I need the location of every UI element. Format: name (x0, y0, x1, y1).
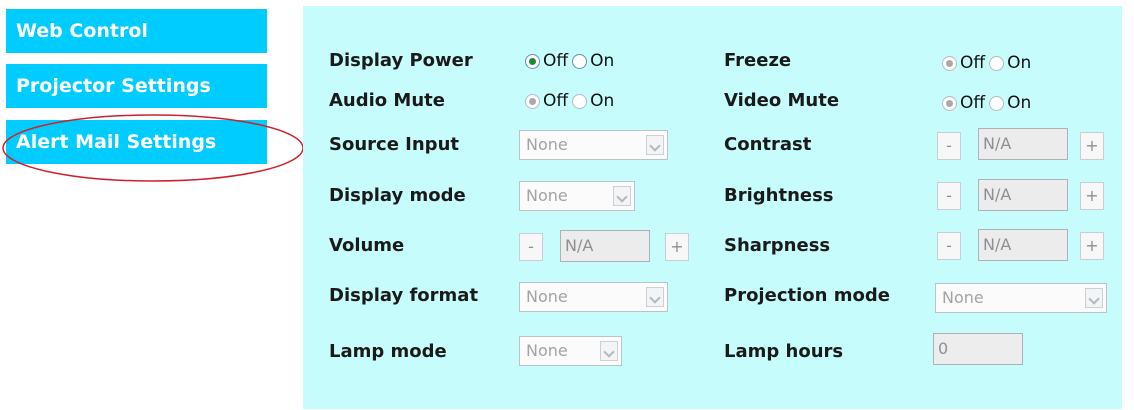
display-format-label: Display format (329, 285, 479, 306)
lamp-hours-label: Lamp hours (724, 341, 844, 362)
chevron-down-icon (600, 341, 618, 361)
chevron-down-icon (1085, 288, 1103, 308)
audio-mute-on-radio[interactable] (572, 93, 588, 109)
projection-mode-select[interactable]: None (935, 283, 1107, 313)
video-mute-off-radio[interactable] (942, 95, 957, 111)
display-format-value: None (526, 287, 568, 306)
audio-mute-off-radio[interactable] (525, 93, 540, 109)
display-format-select[interactable]: None (519, 282, 668, 312)
volume-label: Volume (329, 235, 405, 256)
display-power-off-radio[interactable] (525, 53, 540, 69)
volume-increase-button[interactable]: + (665, 233, 689, 261)
freeze-on-label: On (1007, 53, 1032, 73)
audio-mute-on-label: On (590, 91, 615, 111)
sidebar-item-alert-mail-settings[interactable]: Alert Mail Settings (6, 120, 267, 164)
brightness-decrease-button[interactable]: - (937, 182, 961, 210)
audio-mute-radio-group: Off On (525, 91, 618, 111)
display-power-off-label: Off (543, 51, 569, 71)
freeze-off-radio[interactable] (942, 55, 957, 71)
sharpness-decrease-button[interactable]: - (937, 232, 961, 260)
audio-mute-label: Audio Mute (329, 90, 445, 111)
lamp-hours-value: 0 (933, 333, 1023, 365)
volume-value: N/A (560, 230, 650, 262)
display-power-on-label: On (590, 51, 615, 71)
lamp-mode-value: None (526, 341, 568, 360)
display-mode-value: None (526, 186, 568, 205)
brightness-value: N/A (978, 179, 1068, 211)
source-input-label: Source Input (329, 134, 459, 155)
sidebar-item-projector-settings[interactable]: Projector Settings (6, 64, 267, 108)
video-mute-off-label: Off (960, 93, 986, 113)
contrast-value: N/A (978, 128, 1068, 160)
freeze-label: Freeze (724, 50, 792, 71)
display-mode-select[interactable]: None (519, 181, 635, 211)
chevron-down-icon (646, 135, 664, 155)
contrast-decrease-button[interactable]: - (937, 132, 961, 160)
sidebar-item-web-control[interactable]: Web Control (6, 9, 267, 53)
freeze-radio-group: Off On (942, 53, 1035, 73)
projection-mode-label: Projection mode (724, 285, 890, 306)
video-mute-radio-group: Off On (942, 93, 1035, 113)
video-mute-label: Video Mute (724, 90, 840, 111)
volume-decrease-button[interactable]: - (519, 233, 543, 261)
sharpness-increase-button[interactable]: + (1080, 232, 1104, 260)
video-mute-on-label: On (1007, 93, 1032, 113)
audio-mute-off-label: Off (543, 91, 569, 111)
chevron-down-icon (613, 186, 631, 206)
freeze-on-radio[interactable] (989, 55, 1005, 71)
source-input-value: None (526, 135, 568, 154)
display-power-label: Display Power (329, 50, 473, 71)
control-panel: Display Power Off On Audio Mute Off On S… (303, 6, 1122, 409)
brightness-increase-button[interactable]: + (1080, 182, 1104, 210)
lamp-mode-select[interactable]: None (519, 336, 622, 366)
display-power-radio-group: Off On (525, 51, 618, 71)
lamp-mode-label: Lamp mode (329, 341, 447, 362)
brightness-label: Brightness (724, 185, 834, 206)
display-power-on-radio[interactable] (572, 53, 588, 69)
contrast-label: Contrast (724, 134, 812, 155)
freeze-off-label: Off (960, 53, 986, 73)
contrast-increase-button[interactable]: + (1080, 132, 1104, 160)
sharpness-label: Sharpness (724, 235, 831, 256)
sharpness-value: N/A (978, 229, 1068, 261)
chevron-down-icon (646, 287, 664, 307)
projection-mode-value: None (942, 288, 984, 307)
video-mute-on-radio[interactable] (989, 95, 1005, 111)
source-input-select[interactable]: None (519, 130, 668, 160)
display-mode-label: Display mode (329, 185, 466, 206)
